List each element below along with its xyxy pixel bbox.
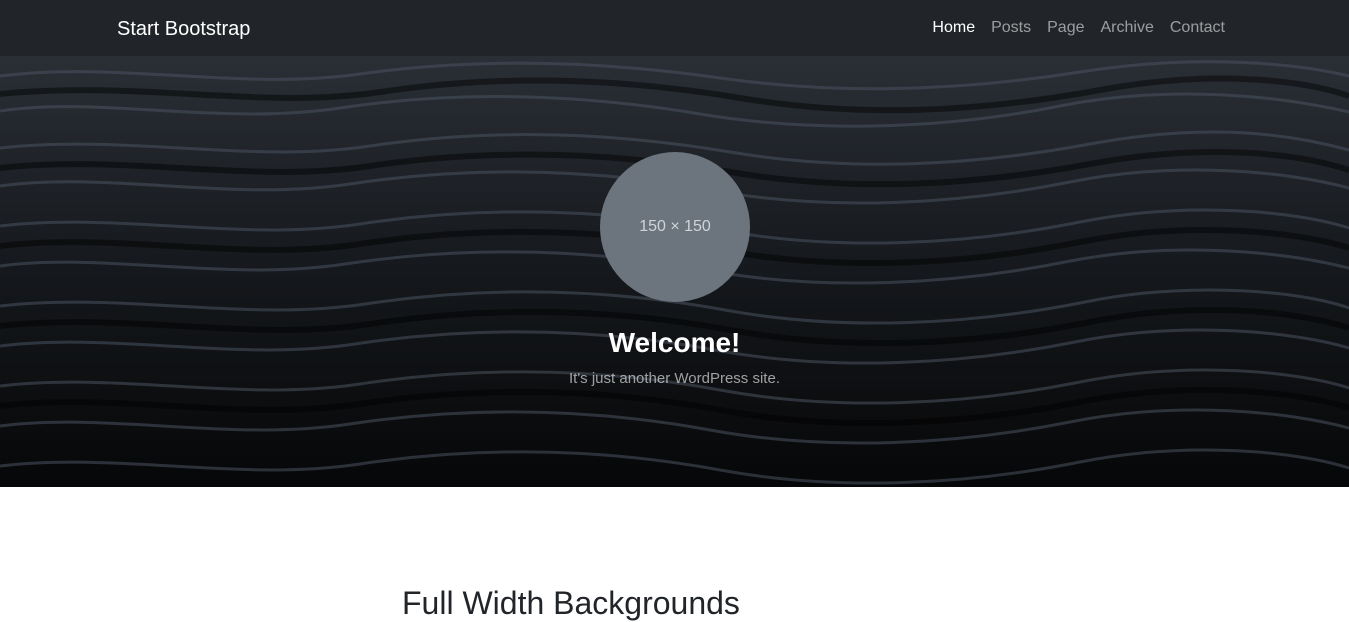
avatar-placeholder-label: 150 × 150: [639, 218, 711, 235]
top-navbar: Start Bootstrap Home Posts Page Archive …: [0, 0, 1349, 56]
nav-link-home[interactable]: Home: [924, 18, 983, 38]
nav-link-page[interactable]: Page: [1039, 18, 1092, 38]
brand-link[interactable]: Start Bootstrap: [117, 17, 250, 41]
hero-tagline: It's just another WordPress site.: [568, 370, 780, 387]
nav-link-posts[interactable]: Posts: [983, 18, 1039, 38]
avatar-placeholder-image: 150 × 150: [600, 152, 750, 302]
nav-link-contact[interactable]: Contact: [1162, 18, 1225, 38]
section-title: Full Width Backgrounds: [402, 585, 740, 621]
hero-banner: 150 × 150 Welcome! It's just another Wor…: [0, 56, 1349, 487]
nav-link-archive[interactable]: Archive: [1093, 18, 1162, 38]
hero-heading: Welcome!: [608, 327, 741, 358]
nav-links: Home Posts Page Archive Contact: [924, 18, 1225, 38]
